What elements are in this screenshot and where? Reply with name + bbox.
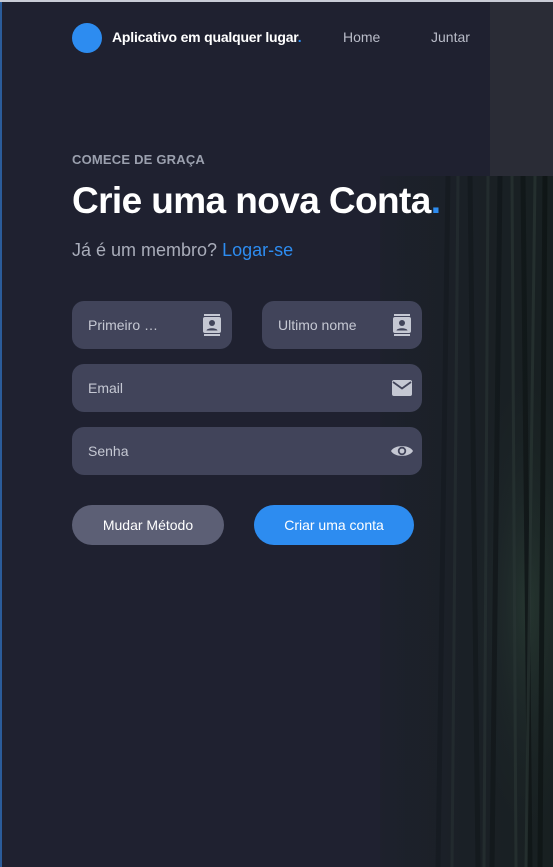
email-field[interactable] xyxy=(72,364,422,412)
nav-link-join[interactable]: Juntar xyxy=(431,29,470,45)
brand-text: Aplicativo em qualquer lugar xyxy=(112,29,298,45)
create-account-button[interactable]: Criar uma conta xyxy=(254,505,414,545)
title-text: Crie uma nova Conta xyxy=(72,180,431,221)
password-input[interactable] xyxy=(88,427,378,475)
contact-card-icon xyxy=(203,314,221,336)
last-name-field[interactable] xyxy=(262,301,422,349)
eyebrow-text: COMECE DE GRAÇA xyxy=(72,152,206,167)
login-link[interactable]: Logar-se xyxy=(222,240,293,260)
page: Aplicativo em qualquer lugar. Home Junta… xyxy=(0,0,553,867)
member-text: Já é um membro? xyxy=(72,240,218,260)
brand-name[interactable]: Aplicativo em qualquer lugar. xyxy=(112,29,302,45)
page-title: Crie uma nova Conta. xyxy=(72,179,441,223)
eye-icon[interactable] xyxy=(390,439,414,463)
navbar: Aplicativo em qualquer lugar. Home Junta… xyxy=(0,2,553,74)
last-name-input[interactable] xyxy=(278,301,378,349)
window-edge xyxy=(0,0,2,867)
email-input[interactable] xyxy=(88,364,378,412)
logo-icon[interactable] xyxy=(72,23,102,53)
change-method-button[interactable]: Mudar Método xyxy=(72,505,224,545)
nav-link-home[interactable]: Home xyxy=(343,29,380,45)
contact-card-icon xyxy=(393,314,411,336)
first-name-field[interactable] xyxy=(72,301,232,349)
member-prompt: Já é um membro? Logar-se xyxy=(72,240,293,261)
title-dot: . xyxy=(430,180,441,221)
first-name-input[interactable] xyxy=(88,301,188,349)
password-field[interactable] xyxy=(72,427,422,475)
brand-dot: . xyxy=(297,29,302,45)
envelope-icon xyxy=(392,380,412,396)
